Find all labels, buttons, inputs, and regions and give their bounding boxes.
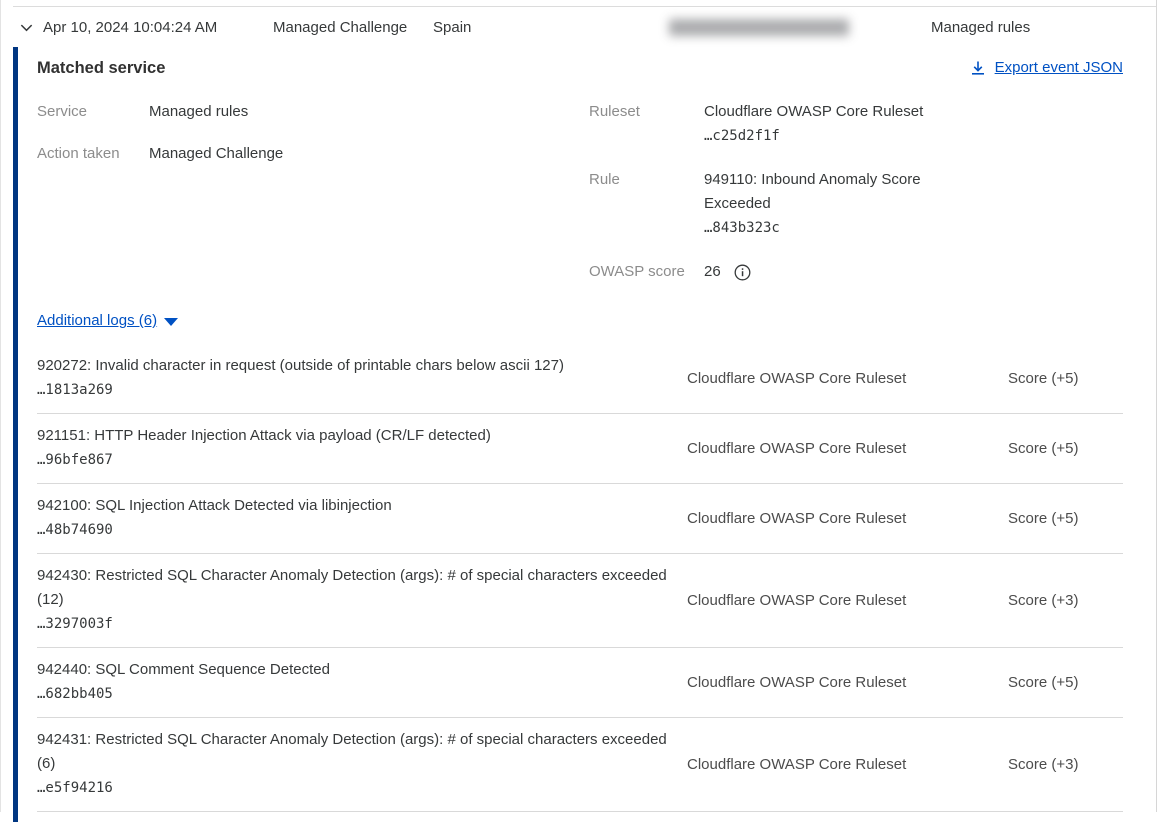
action-taken-field: Action taken Managed Challenge bbox=[37, 142, 589, 166]
log-ruleset-name: Cloudflare OWASP Core Ruleset bbox=[687, 510, 1008, 527]
event-detail-panel: Matched service Export event JSON Servic… bbox=[1, 47, 1156, 822]
log-ruleset-name: Cloudflare OWASP Core Ruleset bbox=[687, 370, 1008, 387]
additional-log-row: 921151: HTTP Header Injection Attack via… bbox=[37, 414, 1123, 484]
log-ruleset-name: Cloudflare OWASP Core Ruleset bbox=[687, 440, 1008, 457]
event-timestamp: Apr 10, 2024 10:04:24 AM bbox=[43, 19, 273, 36]
log-rule-description: 942431: Restricted SQL Character Anomaly… bbox=[37, 731, 667, 772]
export-event-json-button[interactable]: Export event JSON bbox=[970, 57, 1123, 79]
log-rule-description: 942100: SQL Injection Attack Detected vi… bbox=[37, 497, 392, 514]
log-ruleset-name: Cloudflare OWASP Core Ruleset bbox=[687, 756, 1008, 773]
log-ruleset-name: Cloudflare OWASP Core Ruleset bbox=[687, 674, 1008, 691]
log-rule-description: 921151: HTTP Header Injection Attack via… bbox=[37, 427, 491, 444]
ruleset-value: Cloudflare OWASP Core Ruleset bbox=[704, 103, 923, 120]
event-action: Managed Challenge bbox=[273, 19, 433, 36]
selected-row-accent-bar bbox=[13, 47, 18, 822]
owasp-score-value: 26 bbox=[704, 260, 721, 284]
log-score: Score (+5) bbox=[1008, 674, 1124, 691]
log-rule-id: …682bb405 bbox=[37, 686, 113, 702]
log-ruleset-name: Cloudflare OWASP Core Ruleset bbox=[687, 592, 1008, 609]
event-details-window: Apr 10, 2024 10:04:24 AM Managed Challen… bbox=[0, 0, 1157, 812]
triangle-down-icon[interactable] bbox=[164, 318, 178, 326]
log-rule-description: 942430: Restricted SQL Character Anomaly… bbox=[37, 567, 667, 608]
log-rule-description: 920272: Invalid character in request (ou… bbox=[37, 357, 564, 374]
log-score: Score (+5) bbox=[1008, 370, 1124, 387]
log-rule-id: …1813a269 bbox=[37, 382, 113, 398]
additional-log-row: 942430: Restricted SQL Character Anomaly… bbox=[37, 554, 1123, 648]
redacted-host-value bbox=[669, 19, 849, 36]
download-icon bbox=[970, 60, 986, 76]
rule-value: 949110: Inbound Anomaly Score Exceeded bbox=[704, 171, 921, 212]
additional-log-row: 942431: Restricted SQL Character Anomaly… bbox=[37, 718, 1123, 812]
service-label: Service bbox=[37, 100, 149, 124]
rule-field: Rule 949110: Inbound Anomaly Score Excee… bbox=[589, 168, 1123, 240]
event-country: Spain bbox=[433, 19, 669, 36]
service-field: Service Managed rules bbox=[37, 100, 589, 124]
additional-log-row: 920272: Invalid character in request (ou… bbox=[37, 344, 1123, 414]
log-rule-id: …e5f94216 bbox=[37, 780, 113, 796]
log-score: Score (+5) bbox=[1008, 440, 1124, 457]
action-taken-label: Action taken bbox=[37, 142, 149, 166]
ruleset-id: …c25d2f1f bbox=[704, 128, 780, 144]
log-rule-id: …3297003f bbox=[37, 616, 113, 632]
log-score: Score (+3) bbox=[1008, 592, 1124, 609]
event-summary-row[interactable]: Apr 10, 2024 10:04:24 AM Managed Challen… bbox=[1, 7, 1156, 47]
additional-logs-toggle[interactable]: Additional logs (6) bbox=[37, 310, 157, 332]
export-event-json-label: Export event JSON bbox=[995, 57, 1123, 79]
ruleset-field: Ruleset Cloudflare OWASP Core Ruleset …c… bbox=[589, 100, 1123, 148]
owasp-score-label: OWASP score bbox=[589, 260, 704, 284]
rule-label: Rule bbox=[589, 168, 704, 240]
action-taken-value: Managed Challenge bbox=[149, 142, 283, 166]
log-rule-id: …96bfe867 bbox=[37, 452, 113, 468]
info-icon[interactable] bbox=[734, 264, 751, 281]
log-score: Score (+5) bbox=[1008, 510, 1124, 527]
additional-log-row: 942440: SQL Comment Sequence Detected …6… bbox=[37, 648, 1123, 718]
log-rule-description: 942440: SQL Comment Sequence Detected bbox=[37, 661, 330, 678]
chevron-down-icon[interactable] bbox=[19, 20, 43, 35]
panel-title: Matched service bbox=[37, 57, 165, 79]
service-value: Managed rules bbox=[149, 100, 248, 124]
owasp-score-field: OWASP score 26 bbox=[589, 260, 1123, 284]
additional-log-row: 942100: SQL Injection Attack Detected vi… bbox=[37, 484, 1123, 554]
log-rule-id: …48b74690 bbox=[37, 522, 113, 538]
rule-id: …843b323c bbox=[704, 220, 780, 236]
ruleset-label: Ruleset bbox=[589, 100, 704, 148]
log-score: Score (+3) bbox=[1008, 756, 1124, 773]
row-top-divider bbox=[13, 0, 1156, 7]
additional-logs-list: 920272: Invalid character in request (ou… bbox=[37, 344, 1123, 812]
event-service: Managed rules bbox=[931, 19, 1030, 36]
